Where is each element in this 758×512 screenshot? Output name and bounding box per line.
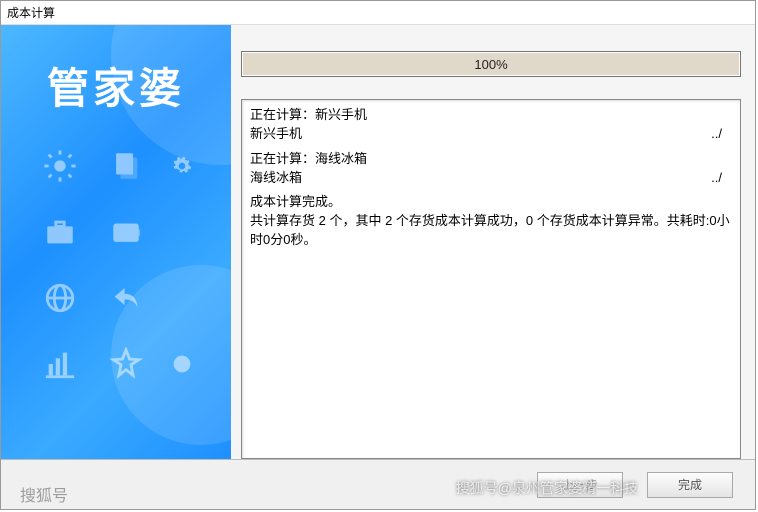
finish-button[interactable]: 完成 <box>647 472 733 498</box>
log-item-name: 新兴手机 <box>250 125 302 144</box>
window: 成本计算 管家婆 100% <box>0 0 756 510</box>
prev-button: 上一步 <box>537 472 623 498</box>
log-output: 正在计算：新兴手机 新兴手机 ../ 正在计算：海线冰箱 海线冰箱 ../ 成本… <box>241 99 741 459</box>
progress-label: 100% <box>474 57 507 72</box>
log-line: 海线冰箱 ../ <box>250 169 732 188</box>
gear-icon <box>162 136 202 196</box>
sidebar: 管家婆 <box>1 25 231 459</box>
wallet-icon <box>96 202 156 262</box>
check-icon: ../ <box>711 169 732 188</box>
log-item-name: 海线冰箱 <box>250 169 302 188</box>
pie-icon <box>162 334 202 394</box>
sun-icon <box>30 136 90 196</box>
briefcase-icon <box>30 202 90 262</box>
log-summary: 成本计算完成。 <box>250 193 732 212</box>
log-line: 正在计算：海线冰箱 <box>250 150 732 169</box>
documents-icon <box>96 136 156 196</box>
undo-icon <box>96 268 156 328</box>
progress-bar: 100% <box>241 51 741 77</box>
brand-logo: 管家婆 <box>1 25 231 136</box>
globe-icon <box>30 268 90 328</box>
star-icon <box>96 334 156 394</box>
log-line: 新兴手机 ../ <box>250 125 732 144</box>
check-icon: ../ <box>711 125 732 144</box>
window-title: 成本计算 <box>1 1 755 25</box>
icon-grid <box>1 136 231 394</box>
content-area: 管家婆 100% 正在计算：新兴手机 <box>1 25 755 459</box>
log-summary: 共计算存货 2 个，其中 2 个存货成本计算成功，0 个存货成本计算异常。共耗时… <box>250 212 732 250</box>
main-panel: 100% 正在计算：新兴手机 新兴手机 ../ 正在计算：海线冰箱 海线冰箱 .… <box>231 25 755 459</box>
log-line: 正在计算：新兴手机 <box>250 106 732 125</box>
footer: 上一步 完成 <box>1 459 755 509</box>
chart-icon <box>30 334 90 394</box>
